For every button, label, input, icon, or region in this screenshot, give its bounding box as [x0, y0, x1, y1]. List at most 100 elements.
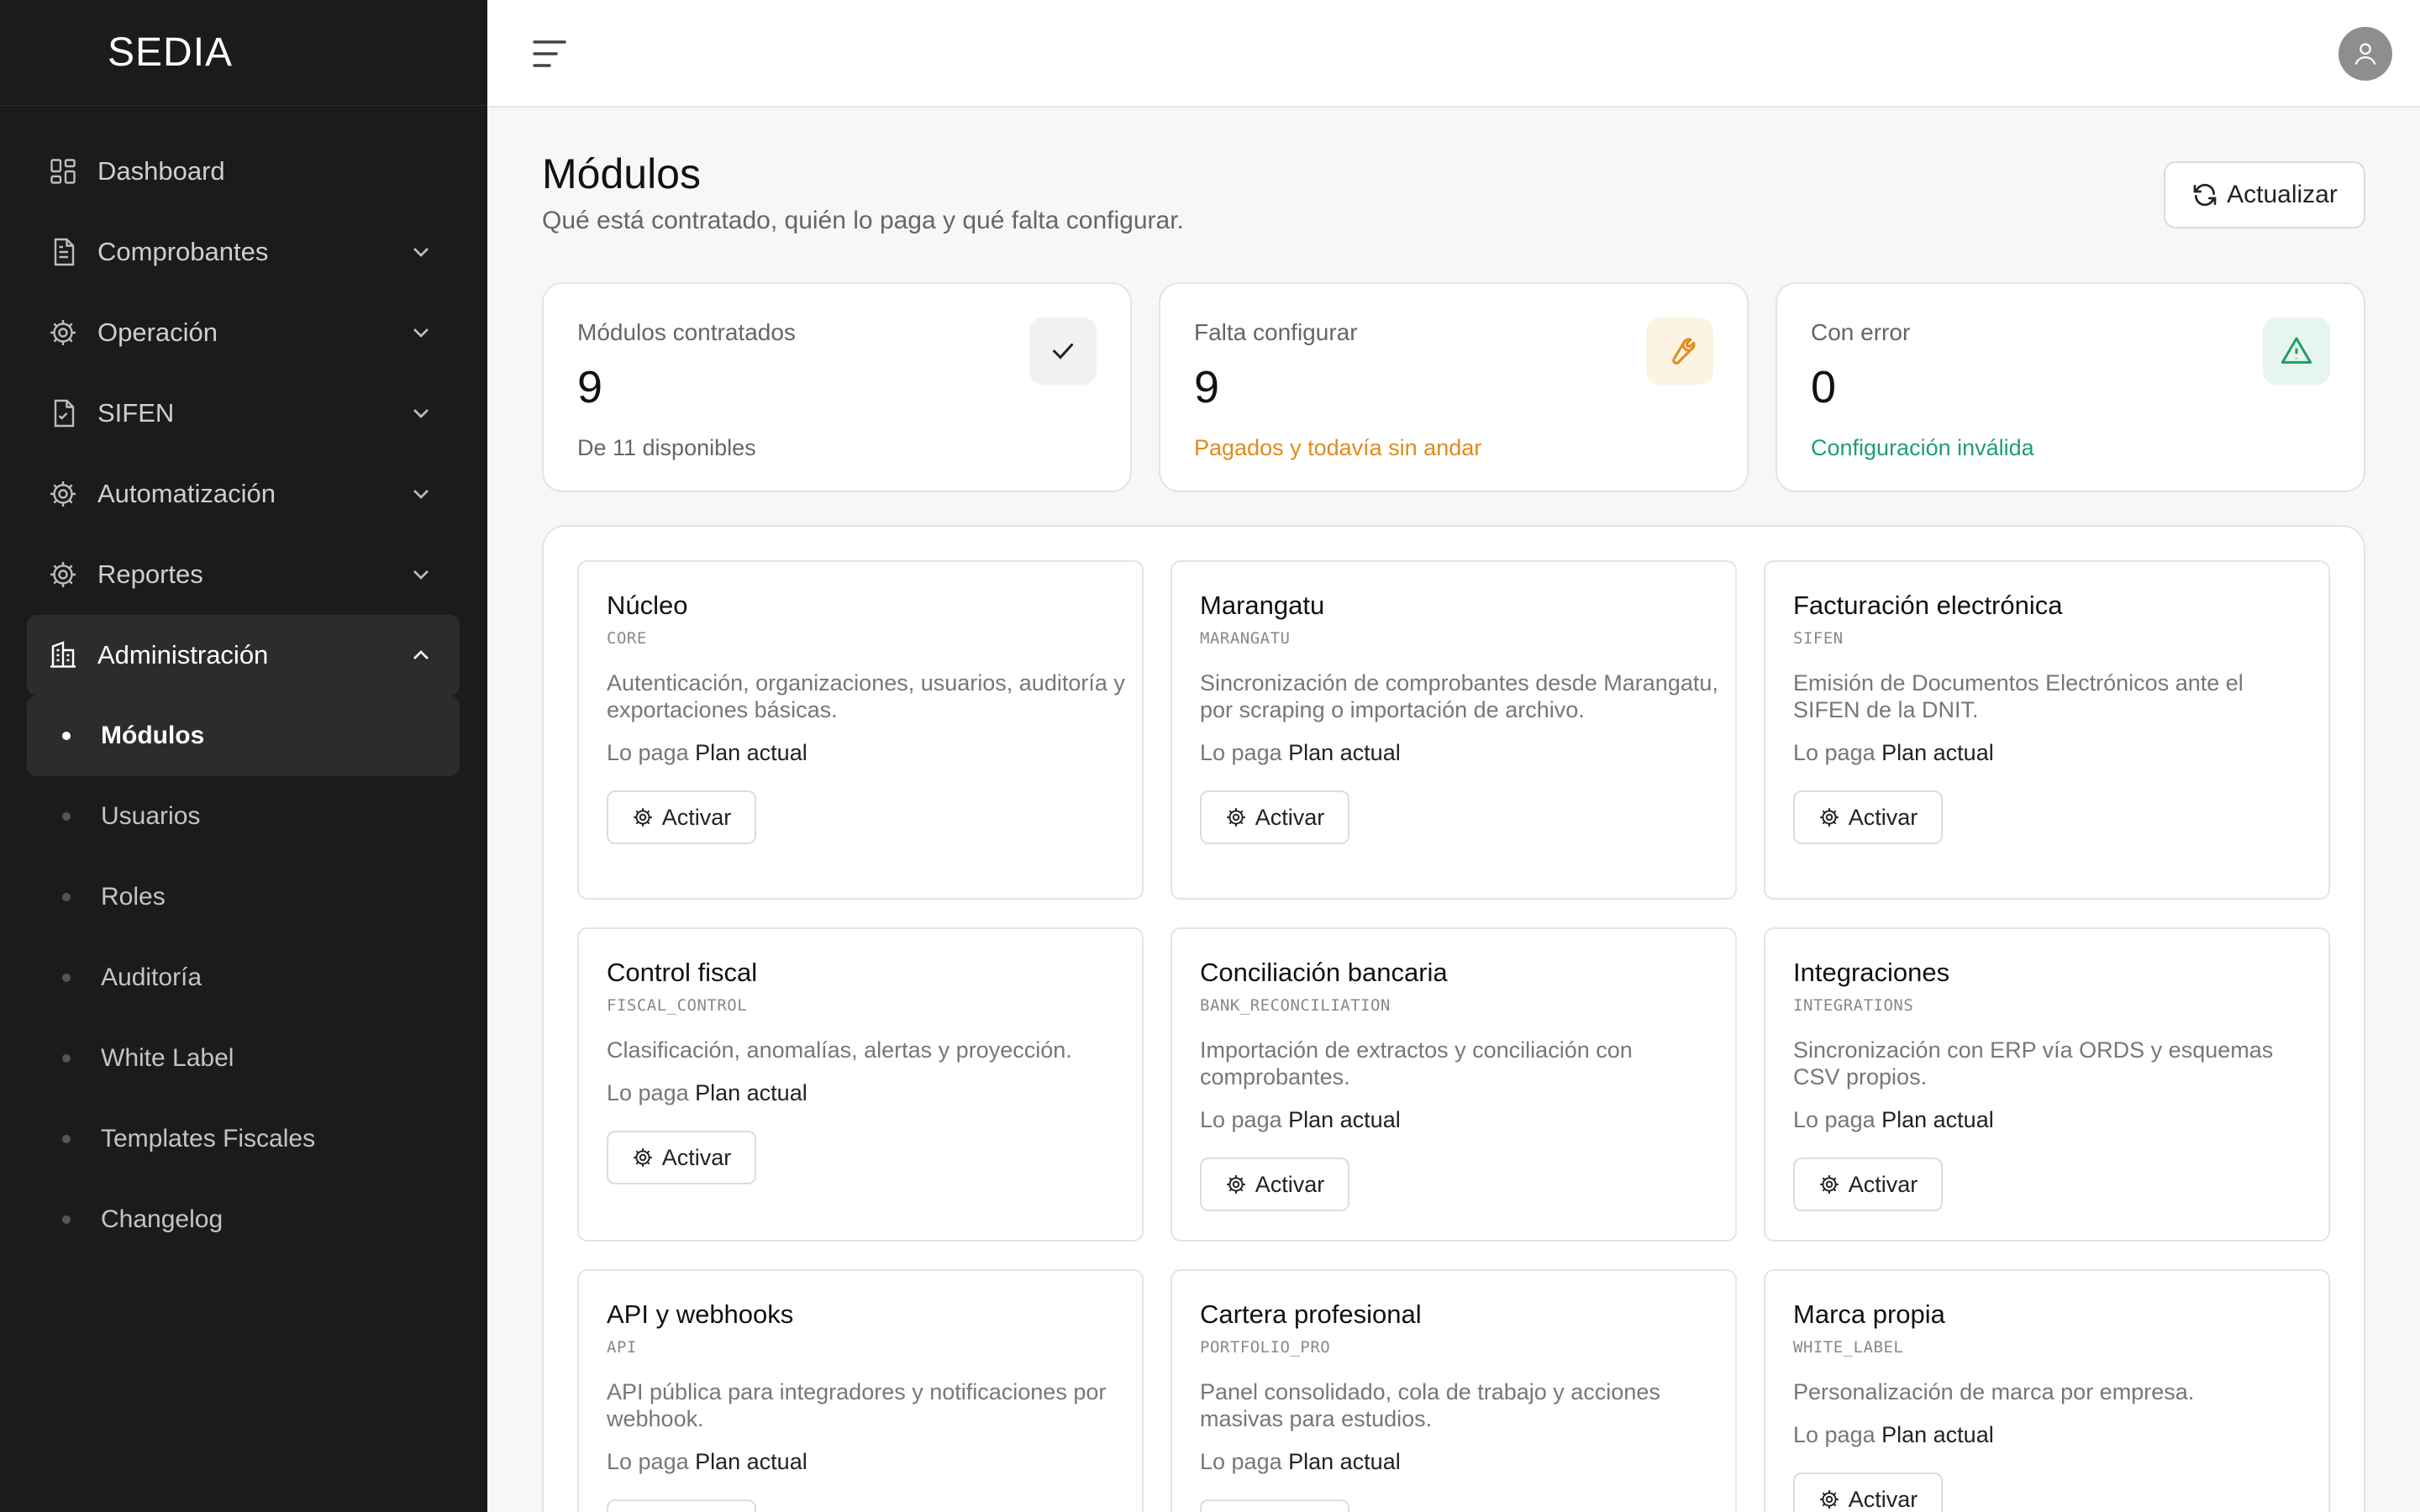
- bullet-icon: [62, 893, 71, 901]
- module-payer-prefix: Lo paga: [1793, 1422, 1876, 1447]
- chevron-down-icon: [413, 409, 429, 418]
- sidebar-item-comprobantes[interactable]: Comprobantes: [27, 212, 460, 292]
- module-title: Conciliación bancaria: [1200, 958, 1448, 987]
- sidebar-item-automatizacion[interactable]: Automatización: [27, 454, 460, 534]
- module-card: API y webhooks API API pública para integr…: [577, 1269, 1144, 1512]
- module-code: INTEGRATIONS: [1793, 996, 1914, 1015]
- module-payer: Lo paga Plan actual: [1793, 1422, 1994, 1448]
- module-description: API pública para integradores y notifica…: [607, 1379, 1107, 1431]
- sidebar-item-reportes[interactable]: Reportes: [27, 534, 460, 615]
- module-code: MARANGATU: [1200, 629, 1291, 648]
- module-code: PORTFOLIO_PRO: [1200, 1338, 1331, 1357]
- gear-icon: [632, 1147, 654, 1168]
- module-payer-prefix: Lo paga: [1200, 1107, 1282, 1132]
- module-title: Facturación electrónica: [1793, 591, 2063, 620]
- gear-icon: [47, 317, 79, 349]
- stat-value: 9: [577, 362, 603, 412]
- module-payer-prefix: Lo paga: [1200, 740, 1282, 765]
- sidebar-item-dashboard[interactable]: Dashboard: [27, 131, 460, 212]
- module-title: Núcleo: [607, 591, 688, 620]
- module-payer-value: Plan actual: [1288, 740, 1401, 765]
- module-payer: Lo paga Plan actual: [607, 740, 808, 766]
- module-description: Sincronización con ERP vía ORDS y esquem…: [1793, 1037, 2274, 1089]
- module-payer-value: Plan actual: [695, 1080, 808, 1105]
- module-title: Integraciones: [1793, 958, 1950, 987]
- chevron-down-icon: [413, 248, 429, 257]
- module-code: CORE: [607, 629, 647, 648]
- sidebar-item-label: SIFEN: [97, 398, 175, 428]
- main-content: Módulos Qué está contratado, quién lo pa…: [487, 108, 2420, 1512]
- activate-button[interactable]: Activar: [1200, 790, 1349, 844]
- stat-hint: Pagados y todavía sin andar: [1194, 435, 1482, 460]
- stat-hint: Configuración inválida: [1811, 435, 2034, 460]
- page-title: Módulos: [542, 150, 701, 197]
- menu-toggle-button[interactable]: [531, 37, 568, 71]
- bullet-icon: [62, 812, 71, 821]
- sidebar-subitem-white-label[interactable]: White Label: [27, 1018, 460, 1099]
- module-description: Panel consolidado, cola de trabajo y acc…: [1200, 1379, 1660, 1431]
- sidebar-subitem-label: Usuarios: [101, 802, 201, 830]
- module-payer: Lo paga Plan actual: [1793, 1107, 1994, 1133]
- sidebar-subitem-label: Templates Fiscales: [101, 1125, 316, 1152]
- stat-label: Falta configurar: [1194, 319, 1358, 345]
- module-title: API y webhooks: [607, 1299, 794, 1329]
- sidebar-subitem-modulos[interactable]: Módulos: [27, 696, 460, 776]
- refresh-button[interactable]: Actualizar: [2164, 161, 2365, 228]
- sidebar-item-operacion[interactable]: Operación: [27, 292, 460, 373]
- activate-button[interactable]: Activar: [1200, 1158, 1349, 1211]
- sidebar-subitem-usuarios[interactable]: Usuarios: [27, 776, 460, 857]
- bullet-icon: [62, 1135, 71, 1143]
- gear-icon: [1818, 1488, 1840, 1510]
- module-title: Cartera profesional: [1200, 1299, 1422, 1329]
- chevron-up-icon: [413, 650, 429, 659]
- sidebar-item-administracion[interactable]: Administración: [27, 615, 460, 696]
- sidebar-subitem-templates-fiscales[interactable]: Templates Fiscales: [27, 1099, 460, 1179]
- activate-button[interactable]: Activar: [607, 1131, 756, 1184]
- stat-value: 9: [1194, 362, 1220, 412]
- module-card: Marca propia WHITE_LABEL Personalización d…: [1764, 1269, 2330, 1512]
- activate-button[interactable]: Activar: [607, 1499, 756, 1512]
- activate-label: Activar: [661, 804, 732, 830]
- module-payer: Lo paga Plan actual: [607, 1080, 808, 1106]
- activate-button[interactable]: Activar: [607, 790, 756, 844]
- module-payer-prefix: Lo paga: [607, 1449, 689, 1474]
- stat-hint: De 11 disponibles: [577, 435, 756, 460]
- module-payer-prefix: Lo paga: [1200, 1449, 1282, 1474]
- sidebar-subitem-changelog[interactable]: Changelog: [27, 1179, 460, 1260]
- sidebar-item-label: Automatización: [97, 479, 276, 508]
- stat-card-falta-configurar: Falta configurar 9 Pagados y todavía sin…: [1159, 282, 1749, 492]
- refresh-label: Actualizar: [2227, 181, 2338, 208]
- activate-button[interactable]: Activar: [1793, 790, 1943, 844]
- module-code: SIFEN: [1793, 629, 1844, 648]
- module-description: Clasificación, anomalías, alertas y proy…: [607, 1037, 1072, 1063]
- sidebar-item-label: Comprobantes: [97, 237, 269, 266]
- gear-icon: [1818, 1173, 1840, 1195]
- sidebar-item-label: Reportes: [97, 559, 203, 589]
- activate-label: Activar: [1848, 1486, 1918, 1512]
- activate-button[interactable]: Activar: [1793, 1158, 1943, 1211]
- menu-icon: [533, 40, 566, 67]
- module-payer: Lo paga Plan actual: [1200, 1107, 1401, 1133]
- activate-button[interactable]: Activar: [1200, 1499, 1349, 1512]
- module-payer-prefix: Lo paga: [607, 1080, 689, 1105]
- sidebar-subitem-auditoria[interactable]: Auditoría: [27, 937, 460, 1018]
- sidebar-subitem-roles[interactable]: Roles: [27, 857, 460, 937]
- file-check-icon: [47, 397, 79, 429]
- sidebar-item-sifen[interactable]: SIFEN: [27, 373, 460, 454]
- sidebar-subitem-label: Módulos: [101, 722, 205, 749]
- page-subtitle: Qué está contratado, quién lo paga y qué…: [542, 207, 1184, 234]
- bullet-icon: [62, 732, 71, 740]
- stat-card-con-error: Con error 0 Configuración inválida: [1776, 282, 2365, 492]
- module-description: Personalización de marca por empresa.: [1793, 1379, 2195, 1404]
- module-code: FISCAL_CONTROL: [607, 996, 748, 1015]
- avatar[interactable]: [2338, 27, 2392, 81]
- warning-icon: [2263, 318, 2330, 385]
- module-payer: Lo paga Plan actual: [1793, 740, 1994, 766]
- chevron-down-icon: [413, 570, 429, 580]
- module-payer: Lo paga Plan actual: [607, 1449, 808, 1475]
- bullet-icon: [62, 1054, 71, 1063]
- activate-button[interactable]: Activar: [1793, 1473, 1943, 1512]
- module-payer-value: Plan actual: [1881, 1422, 1994, 1447]
- activate-label: Activar: [661, 1144, 732, 1170]
- activate-label: Activar: [1848, 804, 1918, 830]
